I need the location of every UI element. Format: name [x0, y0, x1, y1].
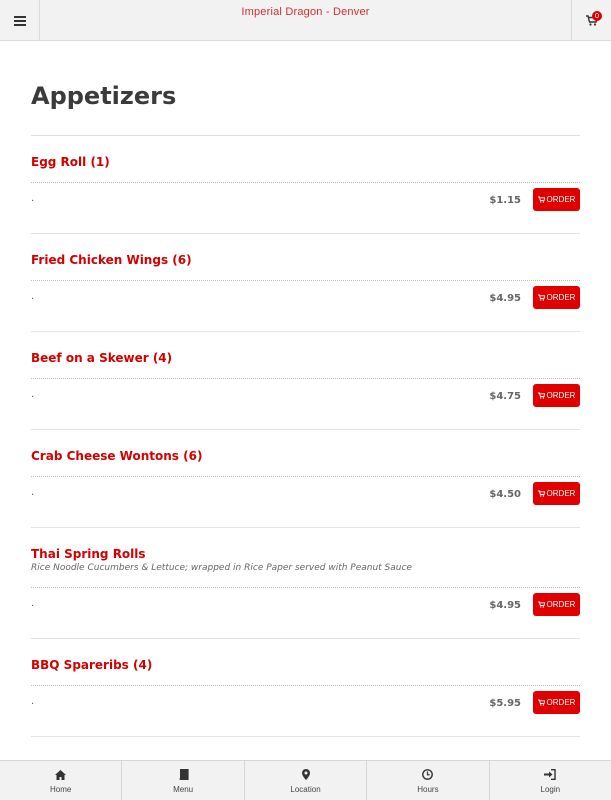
- item-description: Rice Noodle Cucumbers & Lettuce; wrapped…: [31, 563, 412, 573]
- nav-hours[interactable]: Hours: [367, 761, 490, 800]
- nav-label: Location: [290, 784, 321, 794]
- nav-label: Login: [540, 784, 561, 794]
- order-button[interactable]: ORDER: [533, 691, 580, 714]
- order-button[interactable]: ORDER: [533, 286, 580, 309]
- item-price-row: . $4.50 ORDER: [31, 476, 580, 527]
- menu-item: BBQ Spareribs (4) . $5.95 ORDER: [31, 639, 580, 737]
- order-icon: [537, 699, 545, 706]
- item-name[interactable]: BBQ Spareribs (4): [31, 639, 580, 685]
- menu-item: Thai Spring Rolls Rice Noodle Cucumbers …: [31, 528, 580, 639]
- nav-login[interactable]: Login: [490, 761, 611, 800]
- order-button-label: ORDER: [546, 293, 576, 302]
- map-marker-icon: [301, 768, 310, 782]
- item-name[interactable]: Fried Chicken Wings (6): [31, 234, 580, 280]
- item-name[interactable]: Egg Roll (1): [31, 136, 580, 182]
- order-button-label: ORDER: [546, 600, 576, 609]
- item-price: $4.50: [489, 489, 521, 500]
- menu-item: Crab Cheese Wontons (6) . $4.50 ORDER: [31, 430, 580, 528]
- order-button-label: ORDER: [546, 195, 576, 204]
- cart-button[interactable]: 0: [571, 0, 611, 41]
- item-price: $1.15: [489, 195, 521, 206]
- item-price: $4.95: [489, 600, 521, 611]
- item-dot: .: [31, 389, 35, 400]
- nav-menu[interactable]: Menu: [122, 761, 245, 800]
- menu-item: Fried Chicken Wings (6) . $4.95 ORDER: [31, 234, 580, 332]
- order-icon: [537, 490, 545, 497]
- order-button-label: ORDER: [546, 391, 576, 400]
- book-icon: [178, 768, 189, 782]
- item-price-row: . $1.15 ORDER: [31, 182, 580, 233]
- clock-icon: [422, 768, 434, 782]
- nav-label: Home: [50, 784, 72, 794]
- cart-count-badge: 0: [592, 11, 602, 21]
- item-price-row: . $4.95 ORDER: [31, 280, 580, 331]
- order-button-label: ORDER: [546, 489, 576, 498]
- item-dot: .: [31, 487, 35, 498]
- order-button[interactable]: ORDER: [533, 593, 580, 616]
- item-price: $5.95: [489, 698, 521, 709]
- nav-home[interactable]: Home: [0, 761, 123, 800]
- item-price: $4.95: [489, 293, 521, 304]
- order-icon: [537, 392, 545, 399]
- order-button[interactable]: ORDER: [533, 188, 580, 211]
- item-dot: .: [31, 193, 35, 204]
- restaurant-title[interactable]: Imperial Dragon - Denver: [0, 6, 611, 18]
- item-price: $4.75: [489, 391, 521, 402]
- item-price-row: . $4.75 ORDER: [31, 378, 580, 429]
- item-dot: .: [31, 291, 35, 302]
- login-icon: [544, 768, 557, 782]
- nav-label: Menu: [173, 784, 194, 794]
- item-name[interactable]: Beef on a Skewer (4): [31, 332, 580, 378]
- order-button-label: ORDER: [546, 698, 576, 707]
- item-dot: .: [31, 696, 35, 707]
- item-price-row: . $4.95 ORDER: [31, 587, 580, 638]
- menu-item: Beef on a Skewer (4) . $4.75 ORDER: [31, 332, 580, 430]
- section-title: Appetizers: [31, 82, 580, 136]
- home-icon: [55, 768, 67, 782]
- nav-label: Hours: [417, 784, 439, 794]
- order-button[interactable]: ORDER: [533, 384, 580, 407]
- bottom-nav: Home Menu Location Hours Login: [0, 760, 611, 800]
- nav-location[interactable]: Location: [245, 761, 368, 800]
- menu-content: Appetizers Egg Roll (1) . $1.15 ORDER Fr…: [31, 82, 580, 737]
- menu-item: Egg Roll (1) . $1.15 ORDER: [31, 136, 580, 234]
- top-bar: Imperial Dragon - Denver 0: [0, 0, 611, 41]
- order-icon: [537, 196, 545, 203]
- order-icon: [537, 294, 545, 301]
- item-name[interactable]: Crab Cheese Wontons (6): [31, 430, 580, 476]
- item-price-row: . $5.95 ORDER: [31, 685, 580, 736]
- item-dot: .: [31, 598, 35, 609]
- order-icon: [537, 601, 545, 608]
- order-button[interactable]: ORDER: [533, 482, 580, 505]
